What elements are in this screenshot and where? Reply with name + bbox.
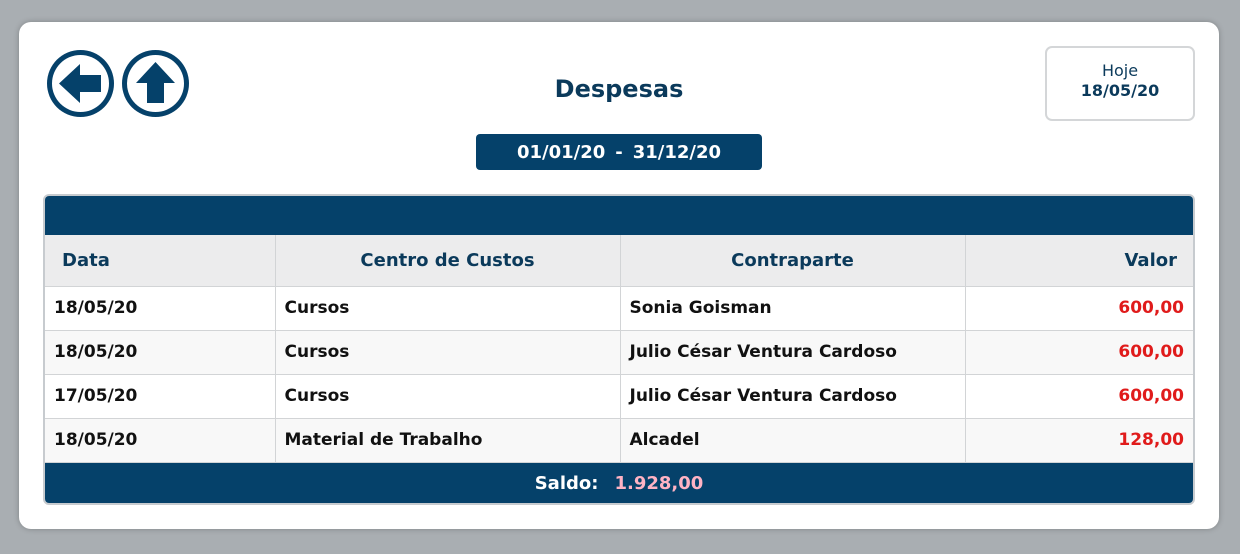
cell-data: 18/05/20 xyxy=(45,418,276,463)
table-header-row: Data Centro de Custos Contraparte Valor xyxy=(45,235,1193,287)
cell-contraparte: Alcadel xyxy=(620,418,966,463)
table-row[interactable]: 17/05/20 Cursos Julio César Ventura Card… xyxy=(45,374,1193,419)
column-header-centro-de-custos[interactable]: Centro de Custos xyxy=(275,235,621,287)
column-header-contraparte[interactable]: Contraparte xyxy=(620,235,966,287)
date-range-button[interactable]: 01/01/20 - 31/12/20 xyxy=(476,134,762,170)
table-row[interactable]: 18/05/20 Cursos Julio César Ventura Card… xyxy=(45,330,1193,375)
today-label: Hoje xyxy=(1101,61,1139,80)
date-separator: - xyxy=(615,141,623,163)
cell-centro-de-custos: Cursos xyxy=(275,330,621,375)
date-from: 01/01/20 xyxy=(516,141,606,163)
saldo-bar: Saldo: 1.928,00 xyxy=(45,462,1193,503)
page-title: Despesas xyxy=(554,75,684,103)
column-header-valor[interactable]: Valor xyxy=(965,235,1193,287)
cell-centro-de-custos: Material de Trabalho xyxy=(275,418,621,463)
cell-valor: 600,00 xyxy=(965,374,1193,419)
table-top-bar xyxy=(45,196,1193,235)
today-box: Hoje 18/05/20 xyxy=(1045,46,1195,121)
column-header-data[interactable]: Data xyxy=(45,235,276,287)
saldo-label: Saldo: xyxy=(534,473,599,494)
cell-contraparte: Julio César Ventura Cardoso xyxy=(620,330,966,375)
table-row[interactable]: 18/05/20 Cursos Sonia Goisman 600,00 xyxy=(45,286,1193,331)
cell-valor: 128,00 xyxy=(965,418,1193,463)
cell-data: 18/05/20 xyxy=(45,286,276,331)
cell-centro-de-custos: Cursos xyxy=(275,374,621,419)
main-card: Despesas 01/01/20 - 31/12/20 Hoje 18/05/… xyxy=(19,22,1219,529)
cell-valor: 600,00 xyxy=(965,330,1193,375)
cell-valor: 600,00 xyxy=(965,286,1193,331)
table-row[interactable]: 18/05/20 Material de Trabalho Alcadel 12… xyxy=(45,418,1193,463)
today-date: 18/05/20 xyxy=(1080,81,1160,100)
saldo-value: 1.928,00 xyxy=(614,473,704,494)
date-to: 31/12/20 xyxy=(632,141,722,163)
cell-centro-de-custos: Cursos xyxy=(275,286,621,331)
cell-data: 18/05/20 xyxy=(45,330,276,375)
cell-contraparte: Sonia Goisman xyxy=(620,286,966,331)
expenses-table: Data Centro de Custos Contraparte Valor … xyxy=(43,194,1195,505)
cell-data: 17/05/20 xyxy=(45,374,276,419)
cell-contraparte: Julio César Ventura Cardoso xyxy=(620,374,966,419)
